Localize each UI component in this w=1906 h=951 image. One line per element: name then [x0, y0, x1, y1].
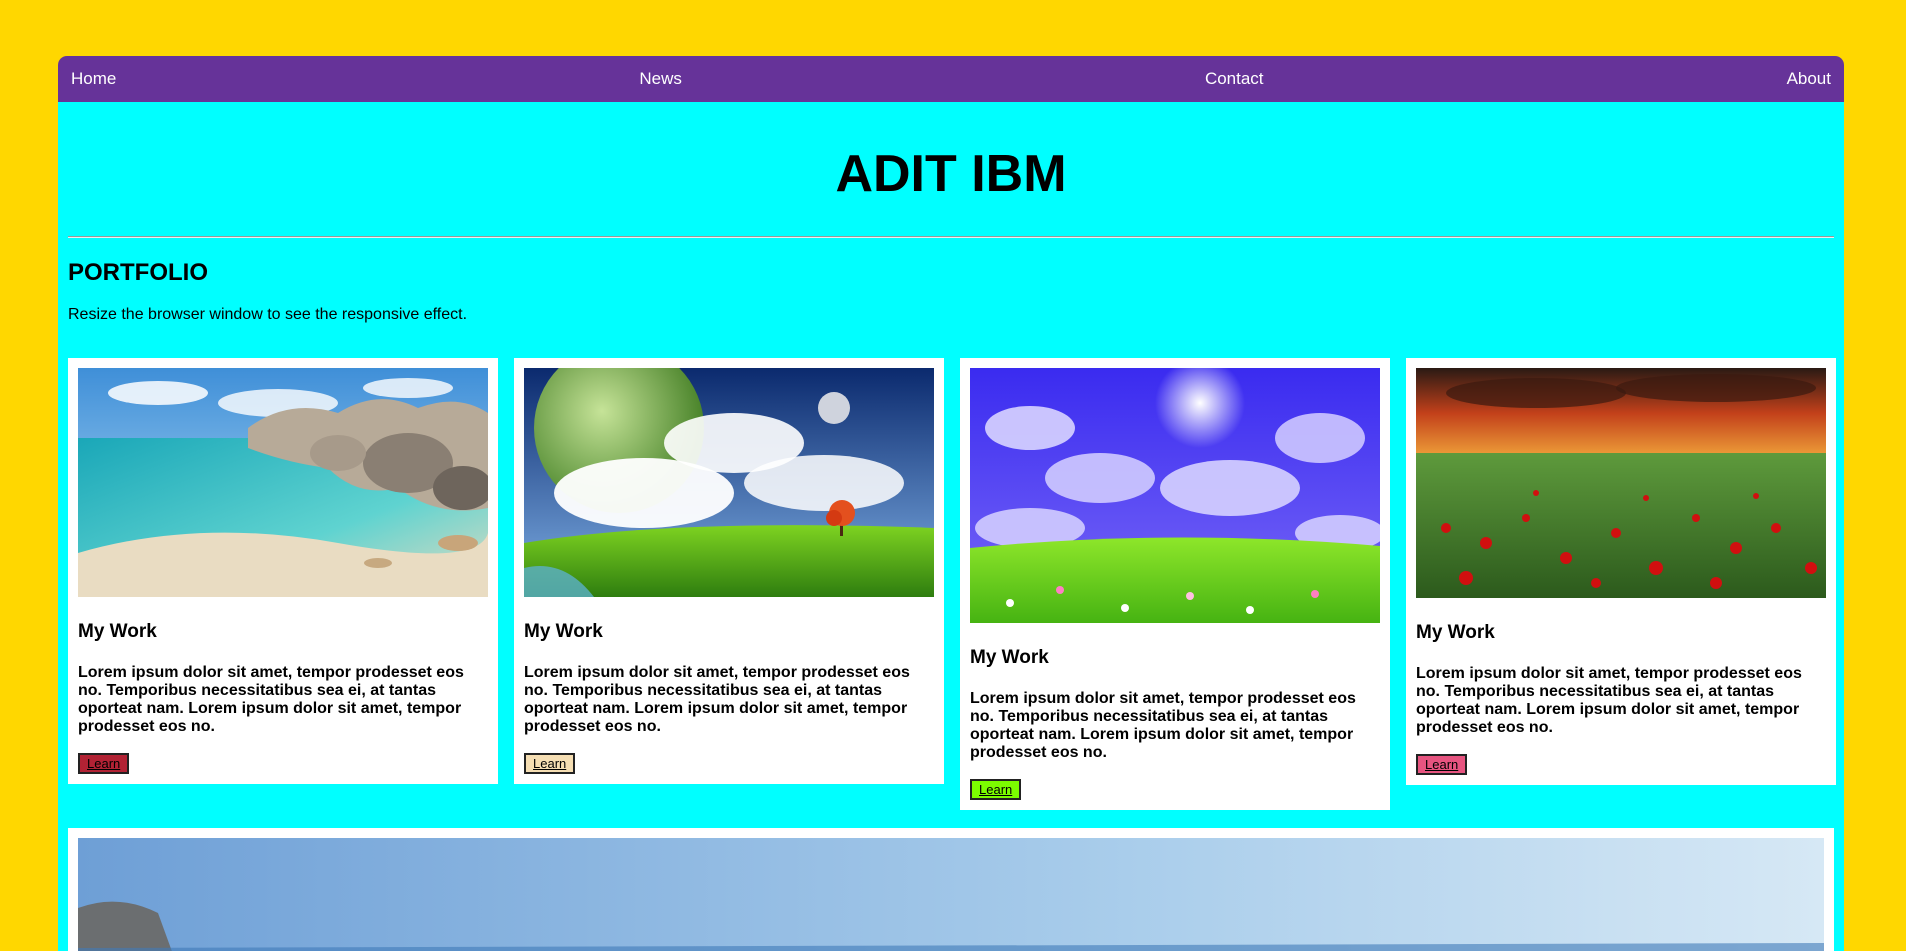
- planet-landscape-image: [524, 368, 934, 597]
- nav-news-link[interactable]: News: [639, 69, 682, 89]
- coast-image: [78, 838, 1824, 951]
- card-text: Lorem ipsum dolor sit amet, tempor prode…: [78, 664, 464, 735]
- card-heading: My Work: [524, 621, 603, 642]
- learn-button[interactable]: Learn: [78, 753, 130, 774]
- beach-image: [78, 368, 488, 597]
- nav-contact-link[interactable]: Contact: [1205, 69, 1264, 89]
- nav-home-link[interactable]: Home: [71, 69, 116, 89]
- learn-button[interactable]: Learn: [1416, 754, 1468, 775]
- portfolio-card: My Work Lorem ipsum dolor sit amet, temp…: [1406, 358, 1836, 785]
- portfolio-card: My Work Lorem ipsum dolor sit amet, temp…: [514, 358, 944, 784]
- featured-card: [68, 828, 1834, 951]
- card-text: Lorem ipsum dolor sit amet, tempor prode…: [524, 664, 910, 735]
- main-content: ADIT IBM PORTFOLIO Resize the browser wi…: [58, 102, 1844, 951]
- learn-button[interactable]: Learn: [524, 753, 576, 774]
- portfolio-card: My Work Lorem ipsum dolor sit amet, temp…: [68, 358, 498, 784]
- poppy-field-image: [1416, 368, 1826, 598]
- meadow-sky-image: [970, 368, 1380, 623]
- portfolio-heading: PORTFOLIO: [68, 259, 208, 286]
- portfolio-card: My Work Lorem ipsum dolor sit amet, temp…: [960, 358, 1390, 810]
- card-heading: My Work: [78, 621, 157, 642]
- divider: [68, 236, 1834, 238]
- learn-button[interactable]: Learn: [970, 779, 1022, 800]
- card-text: Lorem ipsum dolor sit amet, tempor prode…: [970, 690, 1356, 761]
- card-text: Lorem ipsum dolor sit amet, tempor prode…: [1416, 665, 1802, 736]
- scrollbar[interactable]: [1894, 0, 1906, 951]
- intro-text: Resize the browser window to see the res…: [68, 306, 468, 323]
- nav-about-link[interactable]: About: [1787, 69, 1831, 89]
- site-title: ADIT IBM: [835, 145, 1067, 203]
- top-nav: Home News Contact About: [58, 56, 1844, 102]
- card-heading: My Work: [970, 647, 1049, 668]
- card-heading: My Work: [1416, 622, 1495, 643]
